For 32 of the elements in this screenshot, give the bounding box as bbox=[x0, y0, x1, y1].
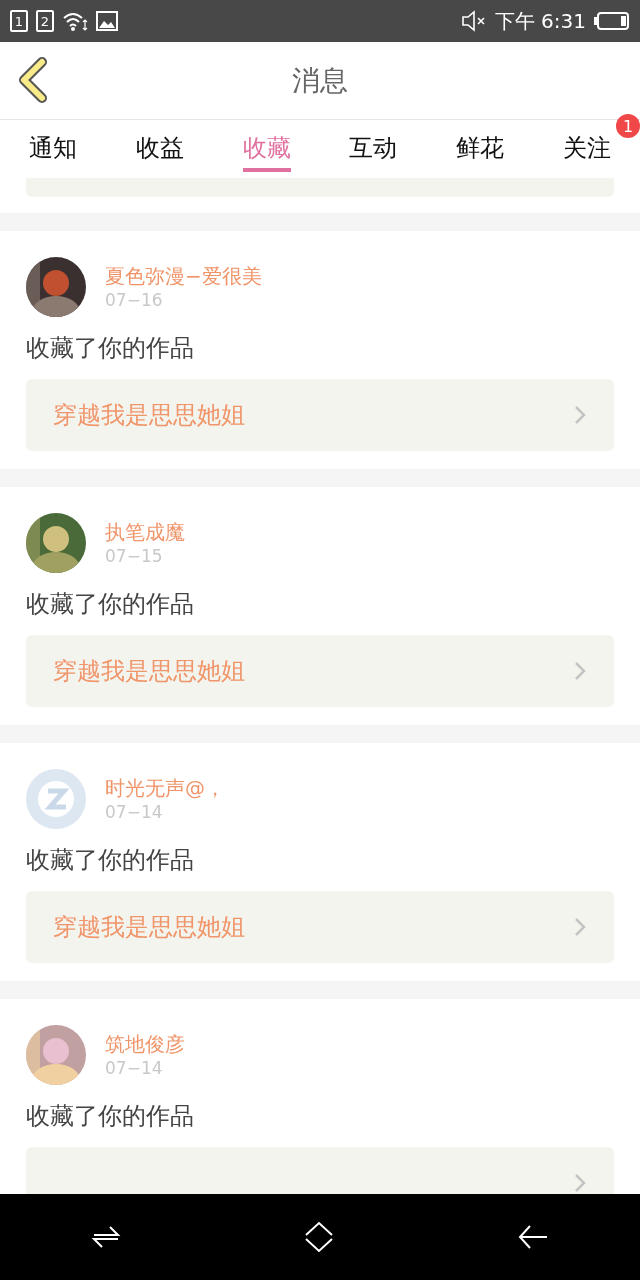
wifi-icon bbox=[62, 10, 88, 32]
back-button[interactable] bbox=[16, 56, 50, 104]
notification-badge: 1 bbox=[616, 114, 640, 138]
work-link[interactable]: 穿越我是思思她姐 bbox=[26, 635, 614, 707]
image-icon bbox=[96, 11, 118, 31]
message-text: 收藏了你的作品 bbox=[26, 589, 195, 620]
chevron-right-icon bbox=[574, 405, 586, 425]
tab[interactable]: 关注 bbox=[562, 120, 611, 172]
work-link[interactable]: 穿越我是思思她姐 bbox=[26, 379, 614, 451]
sim-card-indicator: 2 bbox=[36, 10, 54, 32]
tab[interactable]: 鲜花 bbox=[456, 120, 504, 172]
chevron-right-icon bbox=[574, 1173, 586, 1193]
message-text: 收藏了你的作品 bbox=[26, 333, 195, 364]
chevron-right-icon bbox=[574, 661, 586, 681]
default-avatar-icon bbox=[26, 769, 86, 829]
tab[interactable]: 通知 bbox=[29, 120, 78, 172]
muted-speaker-icon bbox=[460, 10, 487, 32]
user-name[interactable]: 执笔成魔 bbox=[105, 519, 185, 545]
message-text: 收藏了你的作品 bbox=[26, 845, 195, 876]
page-title: 消息 bbox=[292, 62, 348, 99]
chevron-right-icon bbox=[574, 917, 586, 937]
work-link[interactable]: 穿越我是思思她姐 bbox=[26, 891, 614, 963]
user-name[interactable]: 筑地俊彦 bbox=[105, 1031, 185, 1057]
message-text: 收藏了你的作品 bbox=[26, 1101, 195, 1132]
user-name[interactable]: 夏色弥漫−爱很美 bbox=[105, 263, 262, 289]
tab[interactable]: 收藏 bbox=[242, 120, 291, 172]
tab[interactable]: 互动 bbox=[349, 120, 398, 172]
battery-icon bbox=[594, 11, 630, 31]
user-name[interactable]: 时光无声@， bbox=[105, 775, 225, 801]
clock-time: 下午 6:31 bbox=[494, 7, 586, 35]
sim-card-indicator: 1 bbox=[10, 10, 28, 32]
tab[interactable]: 收益 bbox=[136, 120, 184, 172]
